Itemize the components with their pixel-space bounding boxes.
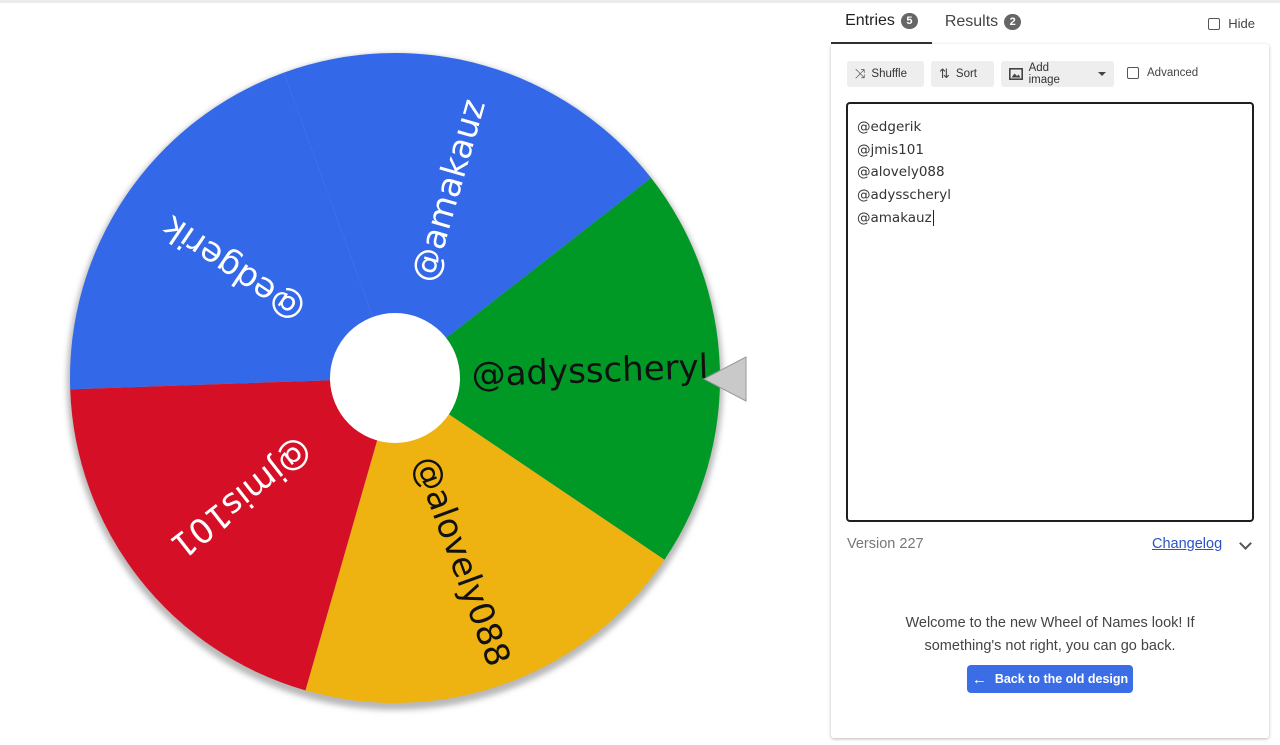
advanced-checkbox[interactable]	[1127, 67, 1139, 79]
entry-last-text: @amakauz	[857, 209, 932, 226]
entries-card: ⤨ Shuffle ⇅ Sort Add image Advanced @edg…	[831, 44, 1269, 738]
add-image-label: Add image	[1028, 62, 1060, 86]
wheel-center[interactable]	[330, 313, 460, 443]
hide-label: Hide	[1228, 16, 1255, 31]
entry-line: @alovely088	[857, 164, 945, 181]
entry-line-last: @amakauz	[857, 207, 1243, 230]
hide-checkbox[interactable]	[1208, 17, 1221, 30]
shuffle-button[interactable]: ⤨ Shuffle	[847, 61, 924, 87]
sort-button[interactable]: ⇅ Sort	[931, 61, 994, 87]
back-to-old-design-button[interactable]: ← Back to the old design	[967, 665, 1133, 693]
advanced-label: Advanced	[1147, 67, 1199, 79]
sort-label: Sort	[955, 68, 977, 80]
advanced-toggle[interactable]: Advanced	[1127, 67, 1198, 79]
entries-count-badge: 5	[900, 13, 918, 29]
welcome-message: Welcome to the new Wheel of Names look! …	[905, 615, 1195, 654]
side-panel: Entries 5 Results 2 Hide ⤨ Shuffle ⇅ Sor…	[831, 0, 1269, 738]
wheel[interactable]: @edgerik @amakauz@adysscheryl@alovely088@…	[0, 0, 830, 745]
wheel-area[interactable]: @edgerik @amakauz @adysscheryl @alovely088 @…	[0, 0, 830, 745]
add-image-button[interactable]: Add image	[1001, 61, 1114, 87]
shuffle-icon: ⤨	[855, 66, 866, 81]
hide-toggle[interactable]: Hide	[1208, 16, 1255, 31]
tab-entries-label: Entries	[845, 12, 895, 29]
wheel-segment-label: @adysscheryl	[471, 347, 709, 395]
entry-line: @adysscheryl	[857, 187, 951, 204]
tab-results[interactable]: Results 2	[938, 0, 1028, 44]
toolbar: ⤨ Shuffle ⇅ Sort Add image Advanced	[847, 61, 1267, 87]
image-icon	[1009, 68, 1023, 80]
version-label: Version 227	[847, 536, 924, 552]
entry-line: @jmis101	[857, 141, 924, 158]
arrow-left-icon: ←	[971, 670, 987, 688]
entry-line: @edgerik	[857, 119, 922, 135]
text-cursor	[932, 209, 934, 226]
changelog-link[interactable]: Changelog	[1152, 536, 1222, 552]
back-button-label: Back to the old design	[994, 672, 1129, 686]
tabs: Entries 5 Results 2 Hide	[831, 0, 1269, 44]
tab-results-label: Results	[944, 13, 999, 30]
chevron-down-icon[interactable]	[1239, 537, 1252, 550]
sort-icon: ⇅	[939, 66, 950, 81]
chevron-down-icon	[1098, 72, 1106, 76]
shuffle-label: Shuffle	[871, 68, 908, 80]
results-count-badge: 2	[1004, 14, 1022, 30]
tab-entries[interactable]: Entries 5	[831, 0, 932, 44]
entries-textarea[interactable]: @edgerik @jmis101 @alovely088 @adysscher…	[846, 102, 1254, 522]
